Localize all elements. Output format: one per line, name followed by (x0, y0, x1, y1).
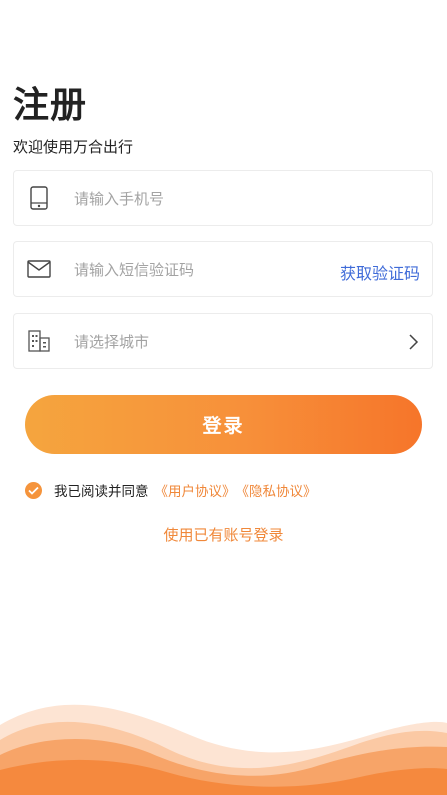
phone-icon (26, 185, 52, 211)
envelope-icon (26, 256, 52, 282)
agreement-text: 我已阅读并同意 (54, 484, 149, 500)
agreement-checkbox[interactable] (25, 481, 42, 499)
existing-account-login-link[interactable]: 使用已有账号登录 (0, 524, 447, 545)
sms-code-field[interactable]: 获取验证码 (13, 241, 433, 298)
phone-input[interactable] (74, 171, 324, 227)
get-code-button[interactable]: 获取验证码 (340, 260, 420, 284)
city-field[interactable] (13, 313, 433, 370)
agreement-row: 我已阅读并同意 《用户协议》 《隐私协议》 (25, 480, 317, 500)
privacy-agreement-link[interactable]: 《隐私协议》 (236, 480, 317, 500)
chevron-right-icon[interactable] (406, 333, 422, 351)
login-button[interactable]: 登录 (25, 395, 422, 454)
page-subtitle: 欢迎使用万合出行 (13, 138, 134, 156)
user-agreement-link[interactable]: 《用户协议》 (155, 480, 236, 500)
check-icon (28, 486, 39, 495)
page-title: 注册 (13, 85, 88, 126)
phone-field[interactable] (13, 170, 433, 227)
decorative-waves (0, 704, 447, 795)
sms-code-input[interactable] (74, 242, 324, 298)
building-icon (26, 328, 52, 354)
city-select[interactable] (74, 314, 324, 370)
